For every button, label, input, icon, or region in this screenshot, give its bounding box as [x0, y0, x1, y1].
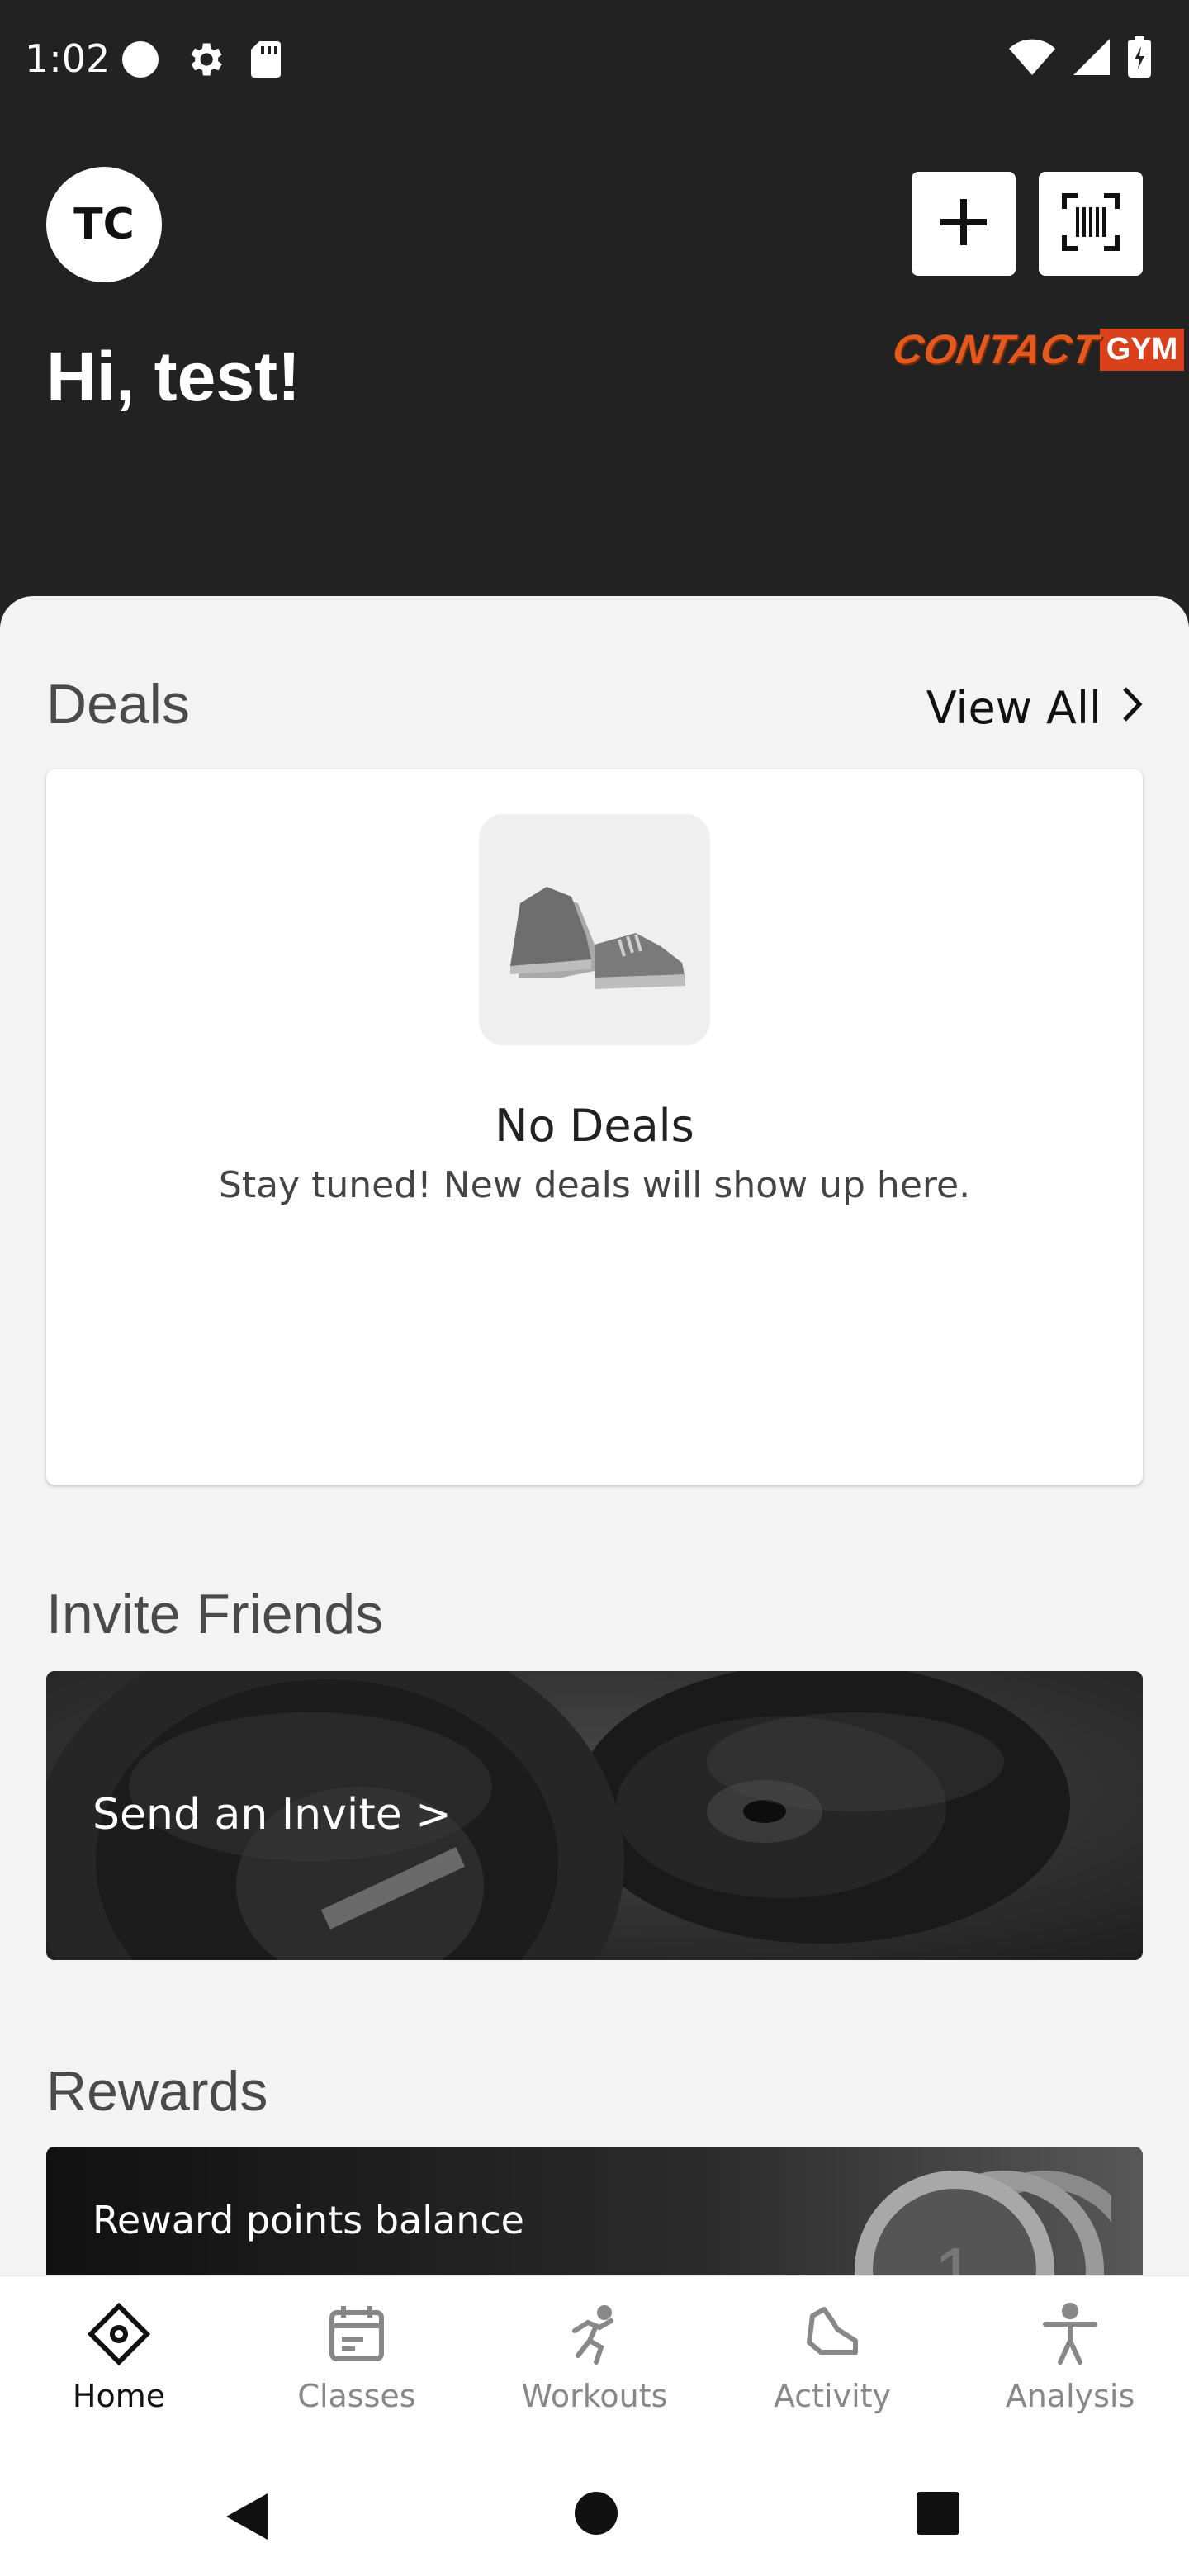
- sd-card-icon: [249, 40, 282, 83]
- nav-classes-label: Classes: [297, 2378, 416, 2414]
- logo-gym-text: GYM: [1099, 328, 1185, 371]
- reward-points-label: Reward points balance: [92, 2198, 524, 2242]
- shoe-icon: [801, 2303, 864, 2370]
- nav-analysis-label: Analysis: [1005, 2378, 1135, 2414]
- status-bar: 1:02: [0, 0, 1189, 119]
- status-time: 1:02: [25, 36, 111, 81]
- avatar[interactable]: TC: [46, 167, 162, 282]
- battery-charging-icon: [1128, 36, 1151, 82]
- header: TC Hi, test! CONTACT GYM: [0, 119, 1189, 614]
- no-deals-title: No Deals: [495, 1100, 694, 1152]
- bottom-nav: Home Classes Workouts Activity Analysis: [0, 2275, 1189, 2457]
- send-invite-link[interactable]: Send an Invite >: [92, 1790, 452, 1840]
- gym-logo: CONTACT GYM: [889, 325, 1185, 373]
- barcode-scan-icon: [1061, 192, 1120, 256]
- nav-activity-label: Activity: [773, 2378, 892, 2414]
- system-nav-bar: [0, 2457, 1189, 2576]
- shoe-illustration: [479, 814, 710, 1045]
- nav-analysis[interactable]: Analysis: [951, 2276, 1189, 2457]
- rewards-title: Rewards: [46, 2060, 268, 2123]
- nav-classes[interactable]: Classes: [238, 2276, 476, 2457]
- greeting: Hi, test!: [46, 338, 301, 415]
- no-deals-subtitle: Stay tuned! New deals will show up here.: [218, 1164, 971, 1206]
- calendar-icon: [325, 2303, 388, 2370]
- nav-workouts[interactable]: Workouts: [476, 2276, 713, 2457]
- settings-gear-icon: [183, 38, 226, 85]
- back-icon[interactable]: [221, 2490, 274, 2547]
- sneakers-icon: [495, 854, 694, 1006]
- deals-card: No Deals Stay tuned! New deals will show…: [46, 769, 1143, 1485]
- nav-activity[interactable]: Activity: [713, 2276, 951, 2457]
- invite-friends-title: Invite Friends: [46, 1583, 384, 1646]
- cell-signal-icon: [1073, 39, 1110, 79]
- nav-home-label: Home: [72, 2378, 166, 2414]
- runner-icon: [563, 2303, 626, 2370]
- add-button[interactable]: [912, 172, 1016, 276]
- nav-workouts-label: Workouts: [521, 2378, 668, 2414]
- view-all-label: View All: [926, 682, 1101, 734]
- record-dot-icon: [121, 40, 160, 83]
- nav-home[interactable]: Home: [0, 2276, 238, 2457]
- invite-banner[interactable]: Send an Invite >: [46, 1671, 1143, 1960]
- deals-title: Deals: [46, 673, 190, 736]
- person-icon: [1039, 2303, 1101, 2370]
- logo-contact-text: CONTACT: [889, 326, 1102, 372]
- plus-icon: [937, 196, 990, 253]
- recents-square-icon[interactable]: [915, 2490, 961, 2540]
- chevron-right-icon: [1120, 682, 1144, 734]
- home-icon: [87, 2302, 151, 2370]
- view-all-button[interactable]: View All: [926, 682, 1144, 734]
- scan-barcode-button[interactable]: [1039, 172, 1143, 276]
- home-circle-icon[interactable]: [573, 2490, 619, 2540]
- wifi-icon: [1009, 38, 1055, 80]
